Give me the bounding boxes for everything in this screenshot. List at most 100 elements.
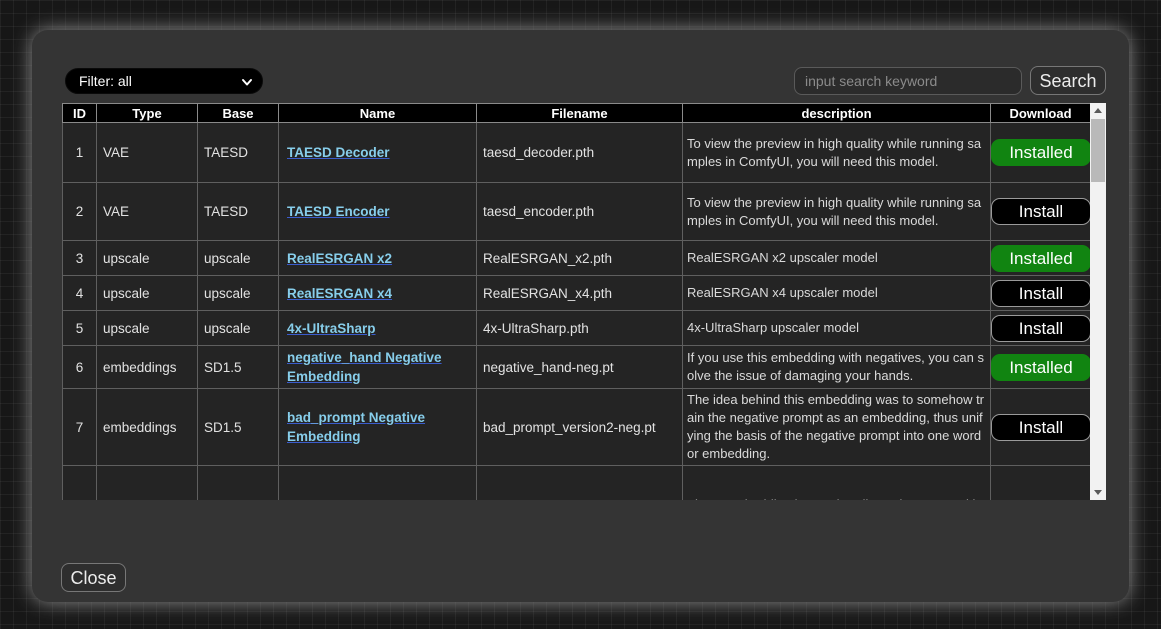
header-base: Base (198, 104, 279, 123)
cell-filename: bad_prompt_version2-neg.pt (477, 389, 683, 466)
model-name-link[interactable]: negative_hand Negative Embedding (287, 350, 442, 384)
close-button[interactable]: Close (61, 563, 126, 592)
model-name-link[interactable]: bad_prompt Negative Embedding (287, 410, 425, 444)
model-install-dialog: Filter: all Search ID Type Base Name Fil… (32, 30, 1129, 602)
cell-base: upscale (198, 276, 279, 311)
scrollbar-up-arrow-icon[interactable] (1090, 103, 1106, 118)
table-row: 3upscaleupscaleRealESRGAN x2RealESRGAN_x… (63, 241, 1091, 276)
cell-filename: 4x-UltraSharp.pth (477, 311, 683, 346)
header-description: description (683, 104, 991, 123)
header-filename: Filename (477, 104, 683, 123)
cell-description: These embedding learn what disgusting co… (683, 466, 991, 501)
cell-filename: taesd_encoder.pth (477, 183, 683, 241)
cell-name: RealESRGAN x2 (279, 241, 477, 276)
cell-base (198, 466, 279, 501)
model-table-container: ID Type Base Name Filename description D… (62, 103, 1106, 500)
cell-description: If you use this embedding with negatives… (683, 346, 991, 389)
cell-type: embeddings (97, 389, 198, 466)
cell-name: TAESD Decoder (279, 123, 477, 183)
cell-type: VAE (97, 183, 198, 241)
cell-download: Installed (991, 346, 1091, 389)
cell-download: Install (991, 183, 1091, 241)
cell-description: To view the preview in high quality whil… (683, 183, 991, 241)
cell-download: Install (991, 311, 1091, 346)
cell-type: upscale (97, 311, 198, 346)
cell-description: The idea behind this embedding was to so… (683, 389, 991, 466)
header-download: Download (991, 104, 1091, 123)
cell-id: 6 (63, 346, 97, 389)
model-name-link[interactable]: TAESD Decoder (287, 145, 390, 160)
cell-name: TAESD Encoder (279, 183, 477, 241)
cell-base: TAESD (198, 123, 279, 183)
table-row: 6embeddingsSD1.5negative_hand Negative E… (63, 346, 1091, 389)
table-row: These embedding learn what disgusting co… (63, 466, 1091, 501)
cell-base: upscale (198, 241, 279, 276)
filter-select[interactable]: Filter: all (65, 68, 263, 94)
cell-download: Install (991, 276, 1091, 311)
cell-filename (477, 466, 683, 501)
cell-name: 4x-UltraSharp (279, 311, 477, 346)
cell-type (97, 466, 198, 501)
install-button[interactable]: Install (991, 315, 1091, 342)
cell-filename: RealESRGAN_x4.pth (477, 276, 683, 311)
cell-description: RealESRGAN x2 upscaler model (683, 241, 991, 276)
cell-base: upscale (198, 311, 279, 346)
cell-id: 2 (63, 183, 97, 241)
cell-description: To view the preview in high quality whil… (683, 123, 991, 183)
header-name: Name (279, 104, 477, 123)
install-button[interactable]: Install (991, 414, 1091, 441)
scrollbar-down-arrow-icon[interactable] (1090, 485, 1106, 500)
cell-filename: taesd_decoder.pth (477, 123, 683, 183)
header-id: ID (63, 104, 97, 123)
table-header-row: ID Type Base Name Filename description D… (63, 104, 1091, 123)
installed-button[interactable]: Installed (991, 139, 1091, 166)
install-button[interactable]: Install (991, 280, 1091, 307)
cell-name: bad_prompt Negative Embedding (279, 389, 477, 466)
cell-id: 7 (63, 389, 97, 466)
table-row: 7embeddingsSD1.5bad_prompt Negative Embe… (63, 389, 1091, 466)
cell-description: RealESRGAN x4 upscaler model (683, 276, 991, 311)
cell-download: Installed (991, 241, 1091, 276)
cell-description: 4x-UltraSharp upscaler model (683, 311, 991, 346)
cell-base: SD1.5 (198, 389, 279, 466)
cell-id (63, 466, 97, 501)
cell-type: VAE (97, 123, 198, 183)
cell-download: Install (991, 389, 1091, 466)
cell-name: RealESRGAN x4 (279, 276, 477, 311)
table-row: 1VAETAESD TAESD Decoder taesd_decoder.pthT… (63, 123, 1091, 183)
search-button[interactable]: Search (1030, 66, 1106, 95)
table-row: 2VAETAESD TAESD Encoder taesd_encoder.pthT… (63, 183, 1091, 241)
cell-download: Installed (991, 123, 1091, 183)
cell-type: upscale (97, 276, 198, 311)
cell-type: upscale (97, 241, 198, 276)
cell-base: SD1.5 (198, 346, 279, 389)
model-table-body: 1VAETAESDTAESD Decodertaesd_decoder.pthT… (63, 123, 1091, 501)
install-button[interactable]: Install (991, 198, 1091, 225)
installed-button[interactable]: Installed (991, 354, 1091, 381)
filter-selected-value: Filter: all (79, 73, 132, 89)
scrollbar-thumb[interactable] (1091, 119, 1105, 182)
cell-filename: RealESRGAN_x2.pth (477, 241, 683, 276)
model-name-link[interactable]: TAESD Encoder (287, 204, 390, 219)
model-name-link[interactable]: RealESRGAN x4 (287, 286, 392, 301)
table-scrollbar[interactable] (1090, 103, 1106, 500)
cell-base: TAESD (198, 183, 279, 241)
model-table: ID Type Base Name Filename description D… (62, 103, 1091, 500)
table-row: 5upscaleupscale4x-UltraSharp4x-UltraShar… (63, 311, 1091, 346)
installed-button[interactable]: Installed (991, 245, 1091, 272)
search-input[interactable] (794, 67, 1022, 95)
table-row: 4upscaleupscaleRealESRGAN x4RealESRGAN_x… (63, 276, 1091, 311)
cell-filename: negative_hand-neg.pt (477, 346, 683, 389)
cell-id: 5 (63, 311, 97, 346)
cell-type: embeddings (97, 346, 198, 389)
cell-id: 4 (63, 276, 97, 311)
cell-name (279, 466, 477, 501)
model-name-link[interactable]: RealESRGAN x2 (287, 251, 392, 266)
cell-name: negative_hand Negative Embedding (279, 346, 477, 389)
header-type: Type (97, 104, 198, 123)
chevron-down-icon (241, 76, 253, 88)
cell-id: 3 (63, 241, 97, 276)
model-name-link[interactable]: 4x-UltraSharp (287, 321, 376, 336)
cell-id: 1 (63, 123, 97, 183)
cell-download (991, 466, 1091, 501)
